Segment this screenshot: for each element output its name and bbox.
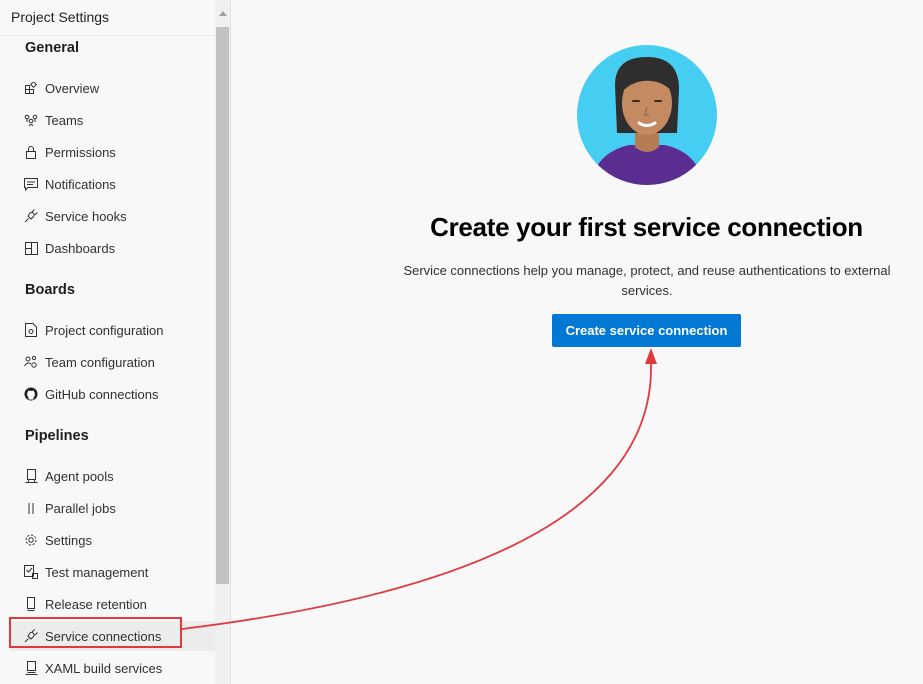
sidebar-item-label: Release retention: [45, 596, 147, 612]
description-text: Service connections help you manage, pro…: [403, 263, 891, 298]
overview-icon: [24, 81, 38, 95]
sidebar-item-label: GitHub connections: [45, 386, 159, 402]
sidebar-item-label: Dashboards: [45, 240, 116, 256]
phone-icon: [24, 597, 38, 611]
sidebar-item-teams[interactable]: Teams: [10, 105, 215, 135]
sidebar-item-label: Agent pools: [45, 468, 114, 484]
sidebar-item-label: XAML build services: [45, 660, 163, 676]
create-service-connection-button[interactable]: Create service connection: [552, 314, 741, 347]
sidebar-item-notifications[interactable]: Notifications: [10, 169, 215, 199]
sidebar-item-project-configuration[interactable]: Project configuration: [10, 315, 215, 345]
section-header-pipelines: Pipelines: [25, 428, 89, 444]
sidebar-item-settings[interactable]: Settings: [10, 525, 215, 555]
chat-icon: [24, 177, 38, 191]
sidebar-item-label: Test management: [45, 564, 149, 580]
sidebar-item-label: Teams: [45, 112, 84, 128]
sidebar-item-label: Overview: [45, 80, 100, 96]
plug-icon: [24, 209, 38, 223]
sidebar-item-release-retention[interactable]: Release retention: [10, 589, 215, 619]
sidebar-item-permissions[interactable]: Permissions: [10, 137, 215, 167]
gear-icon: [24, 533, 38, 547]
sidebar-title: Project Settings: [11, 9, 110, 25]
lock-icon: [24, 145, 38, 159]
sidebar-item-agent-pools[interactable]: Agent pools: [10, 461, 215, 491]
plug-icon: [24, 629, 38, 643]
section-header-general: General: [25, 40, 79, 56]
sidebar-item-parallel-jobs[interactable]: Parallel jobs: [10, 493, 215, 523]
main-content: Create your first service connection Ser…: [232, 0, 923, 684]
sidebar-item-overview[interactable]: Overview: [10, 73, 215, 103]
section-header-boards: Boards: [25, 282, 75, 298]
sidebar-item-team-configuration[interactable]: Team configuration: [10, 347, 215, 377]
sidebar-item-label: Service connections: [45, 628, 162, 644]
github-icon: [24, 387, 38, 401]
sidebar: Project Settings General Overview Teams …: [0, 0, 231, 684]
divider: [0, 35, 215, 36]
build-icon: [24, 661, 38, 675]
sidebar-item-github-connections[interactable]: GitHub connections: [10, 379, 215, 409]
parallel-icon: [24, 501, 38, 515]
sidebar-item-service-hooks[interactable]: Service hooks: [10, 201, 215, 231]
sidebar-item-label: Project configuration: [45, 322, 164, 338]
person-avatar-illustration: [577, 45, 717, 185]
sidebar-item-label: Notifications: [45, 176, 116, 192]
sidebar-item-dashboards[interactable]: Dashboards: [10, 233, 215, 263]
sidebar-item-label: Permissions: [45, 144, 116, 160]
server-icon: [24, 469, 38, 483]
test-icon: [24, 565, 38, 579]
teams-icon: [24, 113, 38, 127]
sidebar-item-label: Team configuration: [45, 354, 155, 370]
dashboard-icon: [24, 241, 38, 255]
sidebar-item-service-connections[interactable]: Service connections: [10, 621, 215, 651]
scroll-up-arrow-icon[interactable]: [215, 0, 230, 26]
scrollbar-thumb[interactable]: [216, 27, 229, 584]
document-gear-icon: [24, 323, 38, 337]
sidebar-item-label: Service hooks: [45, 208, 127, 224]
team-gear-icon: [24, 355, 38, 369]
page-title: Create your first service connection: [430, 212, 863, 242]
sidebar-item-xaml-build-services[interactable]: XAML build services: [10, 653, 215, 683]
sidebar-item-label: Parallel jobs: [45, 500, 116, 516]
sidebar-item-label: Settings: [45, 532, 92, 548]
sidebar-item-test-management[interactable]: Test management: [10, 557, 215, 587]
